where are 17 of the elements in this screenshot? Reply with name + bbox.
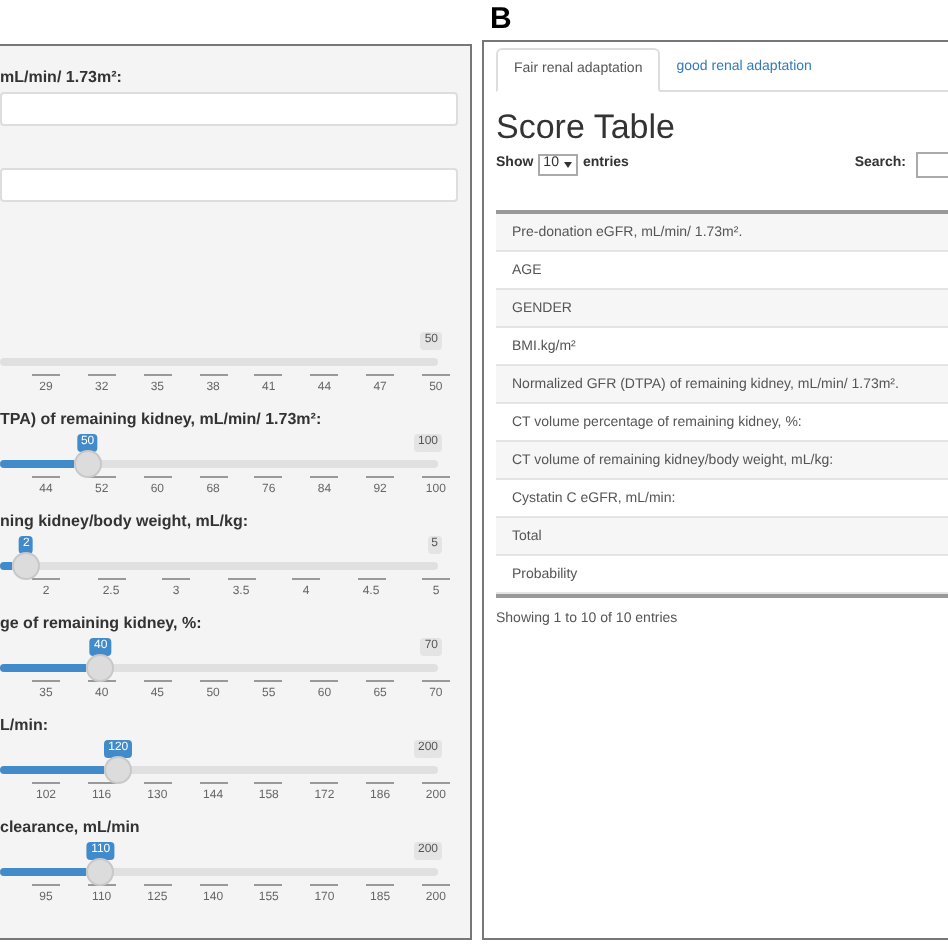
slider-thumb[interactable] <box>73 450 102 478</box>
input-field[interactable] <box>0 92 458 126</box>
slider-label: ge of remaining kidney, %: <box>0 612 204 634</box>
slider-label: L/min: <box>0 714 50 736</box>
table-heading: Score Table <box>496 108 677 148</box>
slider-thumb[interactable] <box>86 654 115 682</box>
panel-letter: B <box>488 0 514 40</box>
slider-thumb[interactable] <box>104 756 133 784</box>
search-field[interactable] <box>916 152 948 178</box>
slider-label: ning kidney/body weight, mL/kg: <box>0 510 251 532</box>
slider-label: TPA) of remaining kidney, mL/min/ 1.73m²: <box>0 408 324 430</box>
slider-label: clearance, mL/min <box>0 816 142 838</box>
caret-icon <box>564 162 573 168</box>
slider-thumb[interactable] <box>12 552 41 580</box>
input-field[interactable] <box>0 168 458 202</box>
slider-thumb[interactable] <box>86 858 115 886</box>
field-label: mL/min/ 1.73m²: <box>0 66 124 90</box>
